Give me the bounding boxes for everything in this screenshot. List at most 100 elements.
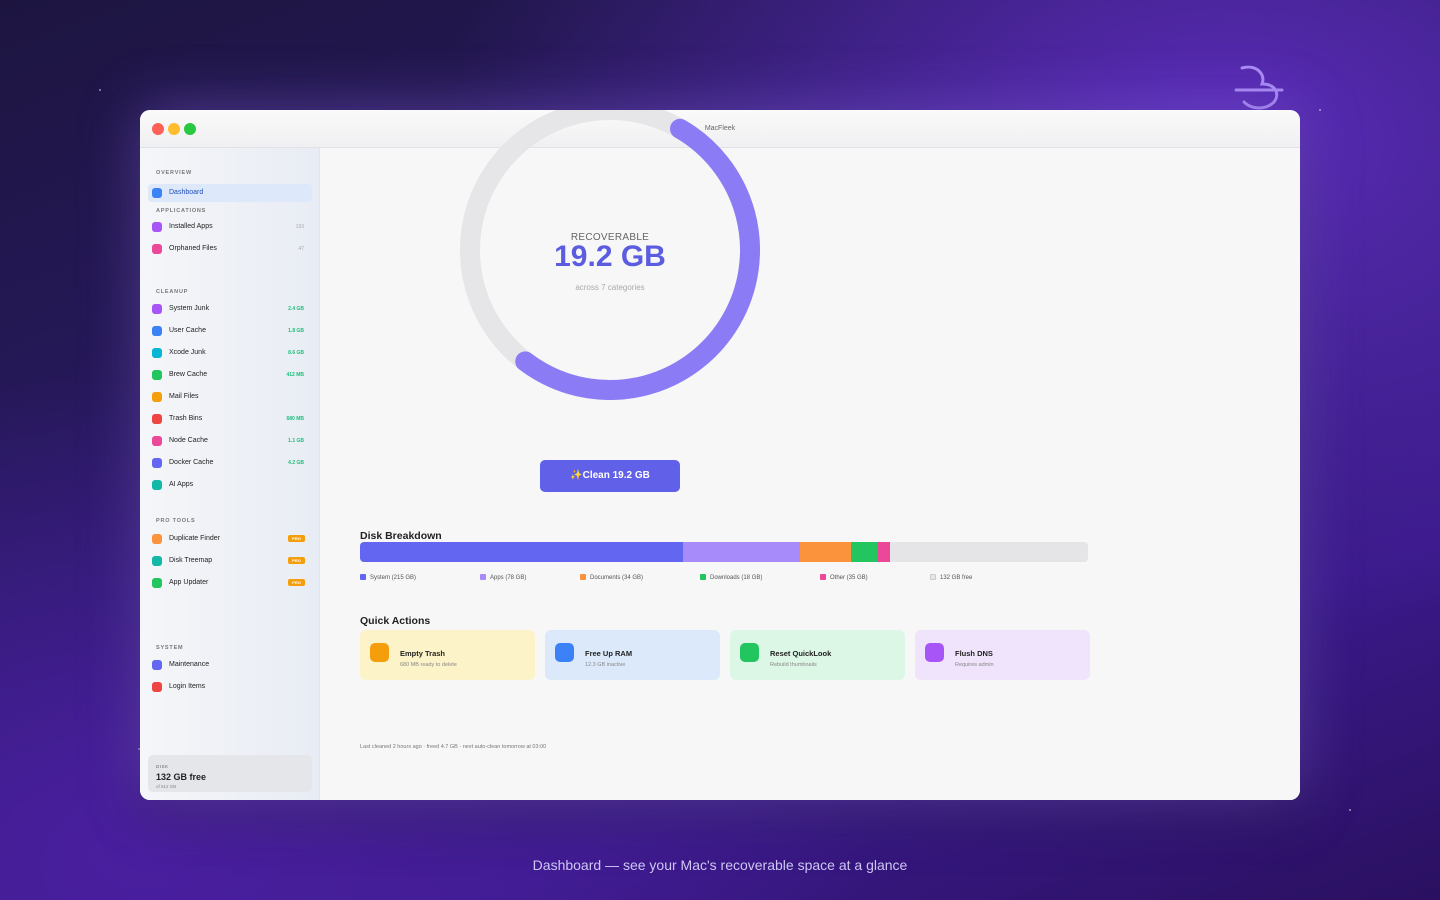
quick-action-icon (740, 643, 759, 662)
app-updater-icon (152, 578, 162, 588)
sidebar-item-size: 680 MB (286, 416, 304, 422)
quick-action-subtitle: Rebuild thumbnails (770, 662, 817, 668)
sidebar-item-size: 412 MB (286, 372, 304, 378)
sidebar-item-label: App Updater (169, 579, 209, 586)
breakdown-segment (360, 542, 683, 562)
legend-label: Documents (34 GB) (590, 575, 644, 581)
quick-action-card[interactable]: Reset QuickLook Rebuild thumbnails (730, 630, 905, 680)
sidebar-item-brew-cache[interactable]: Brew Cache 412 MB (148, 366, 312, 384)
sidebar-item-maintenance[interactable]: Maintenance (148, 656, 312, 674)
sidebar-item-node-cache[interactable]: Node Cache 1.1 GB (148, 432, 312, 450)
quick-actions-title: Quick Actions (360, 615, 431, 627)
ai-apps-icon (152, 480, 162, 490)
quick-action-subtitle: 12.3 GB inactive (585, 662, 626, 668)
sidebar-item-user-cache[interactable]: User Cache 1.8 GB (148, 322, 312, 340)
system-junk-icon (152, 304, 162, 314)
legend-label: Other (35 GB) (830, 575, 868, 581)
breakdown-segment (889, 542, 1088, 562)
sidebar-item-ai-apps[interactable]: AI Apps (148, 476, 312, 494)
recoverable-caption: across 7 categories (575, 283, 645, 292)
quick-action-card[interactable]: Empty Trash 680 MB ready to delete (360, 630, 535, 680)
pro-badge: PRO (288, 535, 305, 542)
quick-action-title: Flush DNS (955, 649, 993, 658)
sidebar-item-login-items[interactable]: Login Items (148, 678, 312, 696)
sidebar-section-applications: APPLICATIONS (156, 208, 207, 214)
sidebar-item-label: Trash Bins (169, 415, 203, 422)
sidebar-item-size: 1.1 GB (288, 438, 304, 444)
sidebar-item-xcode-junk[interactable]: Xcode Junk 8.6 GB (148, 344, 312, 362)
sparkles-icon: ✨ (570, 470, 583, 481)
sidebar-item-label: System Junk (169, 305, 210, 312)
sidebar-item-size: 4.2 GB (288, 460, 304, 466)
node-cache-icon (152, 436, 162, 446)
macfleek-logo-icon (1234, 65, 1284, 110)
disk-status-card: DISK 132 GB free of 512 GB (148, 755, 312, 792)
xcode-junk-icon (152, 348, 162, 358)
sidebar-item-label: AI Apps (169, 481, 194, 488)
sidebar-item-label: Brew Cache (169, 371, 208, 378)
legend-item: Downloads (18 GB) (700, 574, 762, 581)
breakdown-segment (850, 542, 878, 562)
quick-action-title: Reset QuickLook (770, 649, 832, 658)
sidebar-item-size: 8.6 GB (288, 350, 304, 356)
marketing-caption: Dashboard — see your Mac's recoverable s… (532, 857, 908, 873)
recoverable-value: 19.2 GB (554, 240, 666, 273)
orphaned-files-icon (152, 244, 162, 254)
sidebar-item-count: 47 (298, 246, 304, 252)
sidebar-item-trash-bins[interactable]: Trash Bins 680 MB (148, 410, 312, 428)
clean-button-label: Clean 19.2 GB (582, 470, 650, 481)
legend-label: System (215 GB) (370, 575, 417, 581)
legend-swatch (700, 574, 706, 580)
sidebar-item-label: Login Items (169, 683, 206, 690)
sidebar-item-system-junk[interactable]: System Junk 2.4 GB (148, 300, 312, 318)
legend-label: 132 GB free (940, 575, 973, 581)
sidebar-item-duplicate-finder[interactable]: Duplicate Finder PRO (148, 530, 312, 548)
sidebar-item-label: Docker Cache (169, 459, 214, 466)
sidebar-item-docker-cache[interactable]: Docker Cache 4.2 GB (148, 454, 312, 472)
trash-bins-icon (152, 414, 162, 424)
legend-swatch (580, 574, 586, 580)
sidebar-item-dashboard[interactable]: Dashboard (148, 184, 312, 202)
sidebar-item-label: Xcode Junk (169, 349, 206, 356)
clean-button[interactable]: ✨Clean 19.2 GB (540, 460, 680, 492)
disk-label: DISK (156, 764, 169, 769)
legend-swatch (480, 574, 486, 580)
dashboard-icon (152, 188, 162, 198)
mail-files-icon (152, 392, 162, 402)
sidebar-item-orphaned-files[interactable]: Orphaned Files 47 (148, 240, 312, 258)
quick-action-card[interactable]: Flush DNS Requires admin (915, 630, 1090, 680)
disk-breakdown-title: Disk Breakdown (360, 530, 442, 542)
sidebar-item-size: 1.8 GB (288, 328, 304, 334)
quick-action-subtitle: 680 MB ready to delete (400, 662, 457, 668)
legend-swatch (820, 574, 826, 580)
sidebar-item-installed-apps[interactable]: Installed Apps 193 (148, 218, 312, 236)
sidebar-item-mail-files[interactable]: Mail Files (148, 388, 312, 406)
quick-action-card[interactable]: Free Up RAM 12.3 GB inactive (545, 630, 720, 680)
user-cache-icon (152, 326, 162, 336)
main-content: RECOVERABLE 19.2 GB across 7 categories … (320, 110, 1300, 800)
pro-badge: PRO (288, 557, 305, 564)
last-cleaned-status: Last cleaned 2 hours ago · freed 4.7 GB … (360, 744, 547, 750)
ring-center: RECOVERABLE 19.2 GB across 7 categories (460, 188, 760, 292)
legend-item: 132 GB free (930, 574, 972, 581)
legend-label: Apps (78 GB) (490, 575, 527, 581)
sidebar-item-disk-treemap[interactable]: Disk Treemap PRO (148, 552, 312, 570)
legend-label: Downloads (18 GB) (710, 575, 763, 581)
legend-item: Other (35 GB) (820, 574, 868, 581)
sidebar: OVERVIEW Dashboard APPLICATIONS Installe… (140, 148, 320, 800)
sidebar-item-label: Mail Files (169, 393, 199, 400)
quick-action-icon (555, 643, 574, 662)
sidebar-section-cleanup: CLEANUP (156, 289, 189, 295)
maintenance-icon (152, 660, 162, 670)
star (99, 89, 101, 91)
apps-icon (152, 222, 162, 232)
sidebar-item-label: Orphaned Files (169, 245, 217, 252)
breakdown-segment (799, 542, 851, 562)
quick-action-subtitle: Requires admin (955, 662, 994, 668)
sidebar-item-label: Node Cache (169, 437, 208, 444)
sidebar-item-label: Disk Treemap (169, 557, 213, 564)
quick-action-title: Empty Trash (400, 649, 446, 658)
login-items-icon (152, 682, 162, 692)
disk-free-value: 132 GB free (156, 772, 207, 782)
sidebar-item-app-updater[interactable]: App Updater PRO (148, 574, 312, 592)
